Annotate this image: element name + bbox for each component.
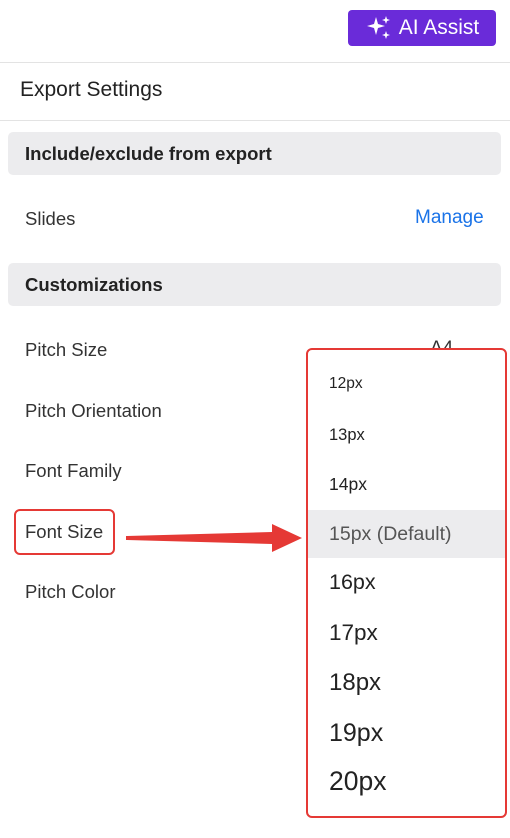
dropdown-option[interactable]: 12px	[308, 360, 505, 408]
section-include-exclude: Include/exclude from export	[8, 132, 501, 175]
dropdown-option[interactable]: 14px	[308, 460, 505, 508]
slides-label: Slides	[25, 208, 76, 229]
section-customizations: Customizations	[8, 263, 501, 306]
ai-assist-button[interactable]: AI Assist	[348, 10, 496, 46]
dropdown-option[interactable]: 20px	[308, 756, 505, 806]
red-arrow-icon	[126, 524, 302, 552]
font-family-label: Font Family	[25, 460, 122, 481]
manage-slides-link[interactable]: Manage	[415, 207, 484, 229]
sparkle-icon	[366, 16, 390, 39]
dropdown-option[interactable]: 17px	[308, 608, 505, 658]
dropdown-option[interactable]: 13px	[308, 411, 505, 459]
header-divider	[0, 62, 510, 63]
font-size-highlight-box	[14, 509, 115, 555]
pitch-size-label: Pitch Size	[25, 339, 108, 360]
dropdown-option-selected[interactable]: 15px (Default)	[308, 510, 505, 558]
dropdown-option[interactable]: 16px	[308, 558, 505, 606]
ai-assist-label: AI Assist	[398, 16, 480, 39]
section-heading: Customizations	[25, 273, 163, 295]
pitch-color-label: Pitch Color	[25, 581, 116, 602]
font-size-dropdown[interactable]: 12px 13px 14px 15px (Default) 16px 17px …	[306, 348, 507, 818]
dropdown-option[interactable]: 18px	[308, 658, 505, 708]
title-divider	[0, 120, 510, 121]
section-heading: Include/exclude from export	[25, 142, 272, 164]
panel-title: Export Settings	[20, 78, 163, 101]
pitch-orientation-label: Pitch Orientation	[25, 400, 162, 421]
dropdown-option[interactable]: 19px	[308, 708, 505, 758]
